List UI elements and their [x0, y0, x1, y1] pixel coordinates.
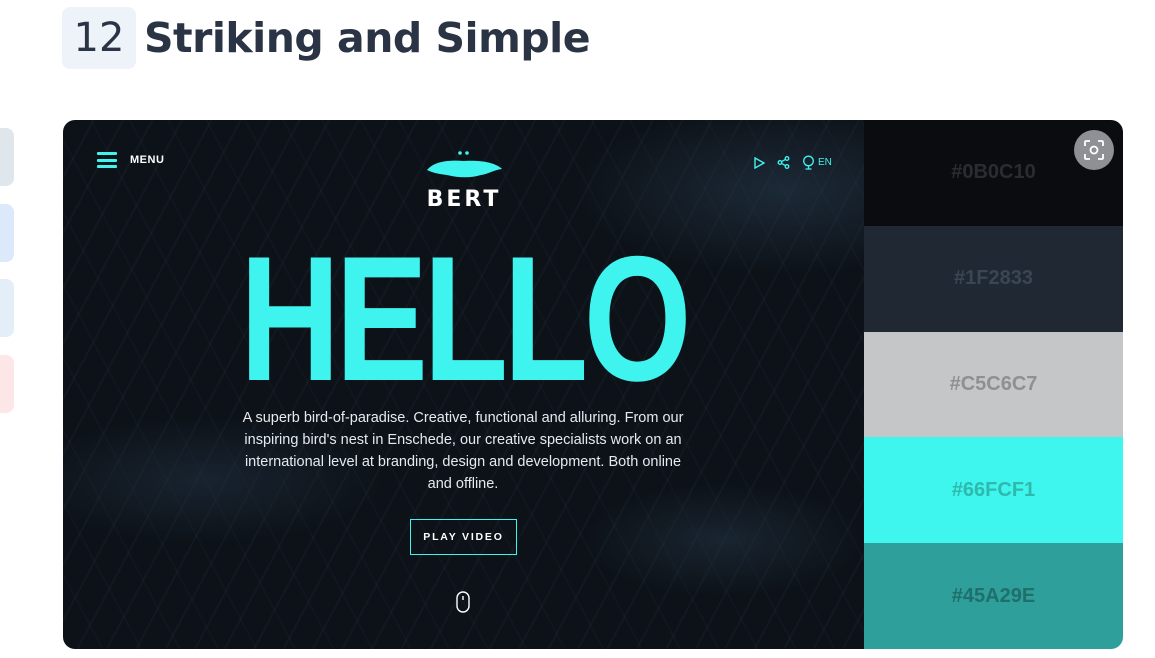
top-icons: EN — [753, 155, 832, 170]
menu-button[interactable]: MENU — [97, 152, 164, 168]
play-icon[interactable] — [753, 156, 765, 169]
bird-logo-icon — [427, 151, 502, 178]
side-tab-1[interactable] — [0, 128, 14, 186]
bert-logo[interactable]: BERT — [423, 148, 505, 212]
play-video-button[interactable]: PLAY VIDEO — [410, 519, 517, 555]
language-selector[interactable]: EN — [802, 155, 832, 170]
side-tab-3[interactable] — [0, 279, 14, 337]
swatch-hex: #C5C6C7 — [949, 372, 1038, 395]
showcase-card: MENU BERT EN HELLO A superb bird-of-para… — [63, 120, 1123, 649]
side-tab-2[interactable] — [0, 204, 14, 262]
hero-description: A superb bird-of-paradise. Creative, fun… — [242, 410, 684, 492]
section-heading: 12 Striking and Simple — [62, 7, 591, 69]
color-swatch: #66FCF1 — [864, 437, 1123, 544]
language-label: EN — [818, 157, 832, 168]
color-swatch: #1F2833 — [864, 225, 1123, 332]
swatch-hex: #0B0C10 — [951, 161, 1036, 184]
swatch-hex: #1F2833 — [954, 267, 1033, 290]
hero-headline: HELLO — [239, 219, 692, 418]
swatch-hex: #66FCF1 — [951, 478, 1036, 501]
section-title: Striking and Simple — [144, 14, 591, 62]
color-swatch: #C5C6C7 — [864, 331, 1123, 438]
color-swatch: #45A29E — [864, 543, 1123, 649]
item-number-badge: 12 — [62, 7, 136, 69]
hamburger-icon — [97, 152, 117, 168]
side-tab-4[interactable] — [0, 355, 14, 413]
scan-button[interactable] — [1074, 130, 1114, 170]
website-screenshot: MENU BERT EN HELLO A superb bird-of-para… — [63, 120, 864, 649]
scan-icon — [1084, 140, 1104, 160]
logo-text: BERT — [426, 187, 502, 212]
swatch-hex: #45A29E — [951, 584, 1036, 607]
mouse-scroll-icon — [456, 591, 470, 618]
globe-icon — [803, 155, 814, 170]
menu-label: MENU — [130, 154, 165, 166]
share-icon[interactable] — [777, 156, 790, 169]
color-palette: #0B0C10 #1F2833 #C5C6C7 #66FCF1 #45A29E — [864, 120, 1123, 649]
